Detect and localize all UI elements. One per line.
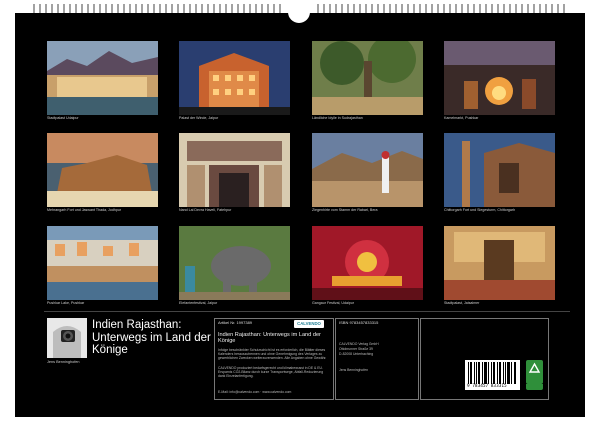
camera-portrait-icon [47, 318, 87, 358]
photo-hawa-mahal [179, 41, 290, 115]
caption-6: Nand Lal Devra Haveli, Fatehpur [179, 208, 232, 212]
caption-3: Ländliche Idylle in Sudrajasthan [312, 116, 363, 120]
caption-4: Kamelmarkt, Pushkar [444, 116, 479, 120]
caption-9: Pushkar Lake, Pushkar [47, 301, 85, 305]
caption-7: Ziegenhirte vom Stamm der Rabari, Bera [312, 208, 378, 212]
photo-nand-lal-haveli [179, 133, 290, 207]
caption-5: Mehrangarh Fort und Jaswant Thada, Jodhp… [47, 208, 122, 212]
caption-12: Stadtpalast, Jaisalmer [444, 301, 480, 305]
publisher-line-2: Ottobrunner Straße 39 [339, 347, 373, 351]
photo-jaisalmer-palace [444, 226, 555, 300]
logo-text: CALVENDO [297, 321, 321, 326]
small-title: Indien Rajasthan: Unterwegs im Land der … [218, 332, 321, 345]
info-box-middle [335, 318, 419, 400]
description-1: Infolge beschränkter Schutzschicht ist e… [218, 348, 327, 361]
calendar-title: Indien Rajasthan: Unterwegs im Land der … [92, 319, 211, 356]
caption-1: Stadtpalast Udaipur [47, 116, 79, 120]
recycle-strip [526, 384, 543, 390]
caption-11: Gangaur Festival, Udaipur [312, 301, 354, 305]
description-2: CALVENDO produziert bedarfsgerecht und k… [218, 366, 324, 379]
caption-10: Elefantenfestival, Jaipur [179, 301, 218, 305]
photo-elephant-festival [179, 226, 290, 300]
contact-line: E-Mail: info@calvendo.com · www.calvendo… [218, 390, 292, 394]
divider [44, 311, 570, 312]
photo-chittorgarh-fort [444, 133, 555, 207]
caption-2: Palast der Winde, Jaipur [179, 116, 219, 120]
article-number: Artikel Nr. 1997389 [218, 320, 253, 325]
photo-mehrangarh-fort [47, 133, 158, 207]
photo-rabari-goatherd [312, 133, 423, 207]
photo-pushkar-lake [47, 226, 158, 300]
author-credit: Jens Benninghofen [339, 368, 369, 372]
publisher-line-1: CALVENDO Verlag GmbH [339, 342, 379, 346]
photo-udaipur-palace [47, 41, 158, 115]
barcode-icon: 9 783457 833315 [465, 360, 520, 390]
barcode-number: 9 783457 833315 [467, 384, 507, 389]
photo-gangaur-festival [312, 226, 423, 300]
caption-8: Chittorgarh Fort und Siegesturm, Chittor… [444, 208, 516, 212]
author-name: Jens Benninghofen [47, 360, 80, 364]
calvendo-logo-icon: CALVENDO [294, 320, 324, 328]
photo-camel-market [444, 41, 555, 115]
photo-rural-idyll [312, 41, 423, 115]
isbn-number: ISBN 9783457833315 [339, 320, 379, 325]
publisher-line-3: D-82008 Unterhaching [339, 352, 374, 356]
recycle-icon [526, 360, 543, 384]
